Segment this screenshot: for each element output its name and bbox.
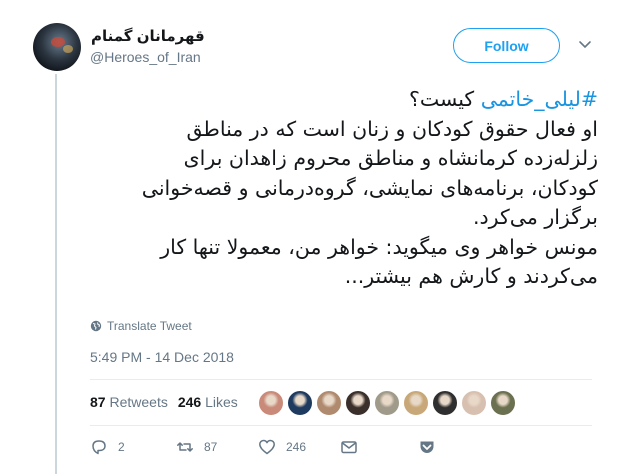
like-button[interactable]: 246 [258, 438, 340, 456]
tweet-text: #لیلی_خاتمی کیست؟ او فعال حقوق کودکان و … [70, 85, 598, 292]
pocket-icon [420, 441, 434, 453]
retweets-count: 87 [90, 394, 106, 410]
translate-label: Translate Tweet [107, 319, 192, 333]
action-bar: 2 87 246 [90, 438, 436, 456]
retweet-button[interactable]: 87 [176, 438, 258, 456]
heart-icon [259, 439, 275, 455]
reply-count: 2 [118, 440, 125, 454]
tweet-text-line: #لیلی_خاتمی کیست؟ [70, 85, 598, 115]
tweet-text-fragment: کیست؟ [408, 87, 481, 111]
display-name[interactable]: قهرمانان گمنام [91, 27, 205, 45]
divider [90, 379, 592, 380]
avatar-highlight [63, 45, 73, 53]
tweet-text-line: می‌کردند و کارش هم بیشتر... [344, 264, 598, 288]
timestamp[interactable]: 5:49 PM - 14 Dec 2018 [90, 349, 234, 365]
tweet-text-line: برگزار می‌کرد. [473, 205, 598, 229]
reply-icon [92, 440, 106, 455]
tweet-text-line: مونس خواهر وی میگوید: خواهر من، معمولا ت… [160, 234, 598, 259]
user-handle[interactable]: @Heroes_of_Iran [90, 49, 201, 65]
liker-avatars [258, 390, 516, 416]
liker-avatar[interactable] [403, 390, 429, 416]
liker-avatar[interactable] [287, 390, 313, 416]
likes-stat[interactable]: 246 Likes [178, 394, 238, 410]
liker-avatar[interactable] [258, 390, 284, 416]
liker-avatar[interactable] [490, 390, 516, 416]
divider [90, 425, 592, 426]
chevron-down-icon[interactable] [578, 40, 592, 50]
follow-button[interactable]: Follow [453, 28, 560, 63]
globe-icon [90, 320, 102, 332]
avatar[interactable] [33, 23, 81, 71]
liker-avatar[interactable] [461, 390, 487, 416]
retweet-icon [177, 442, 193, 452]
liker-avatar[interactable] [345, 390, 371, 416]
tweet-text-line: کودکان، برنامه‌های نمایشی، گروه‌درمانی و… [141, 175, 598, 200]
tweet-text-line: او فعال حقوق کودکان و زنان است که در منا… [186, 116, 598, 141]
liker-avatar[interactable] [316, 390, 342, 416]
likes-label: Likes [205, 394, 238, 410]
envelope-icon [341, 441, 357, 454]
avatar-highlight [51, 37, 65, 47]
pocket-button[interactable] [418, 438, 436, 456]
engagement-stats: 87 Retweets 246 Likes [90, 394, 238, 410]
like-count: 246 [286, 440, 307, 454]
liker-avatar[interactable] [374, 390, 400, 416]
direct-message-button[interactable] [340, 438, 418, 456]
liker-avatar[interactable] [432, 390, 458, 416]
retweets-stat[interactable]: 87 Retweets [90, 394, 168, 410]
tweet-text-line: زلزله‌زده کرمانشاه و مناطق محروم زاهدان … [183, 146, 598, 170]
translate-tweet-link[interactable]: Translate Tweet [90, 319, 192, 333]
thread-line [55, 74, 57, 474]
retweets-label: Retweets [109, 394, 168, 410]
reply-button[interactable]: 2 [90, 438, 176, 456]
likes-count: 246 [177, 394, 202, 410]
retweet-count: 87 [204, 440, 218, 454]
hashtag-link[interactable]: #لیلی_خاتمی [481, 87, 598, 111]
